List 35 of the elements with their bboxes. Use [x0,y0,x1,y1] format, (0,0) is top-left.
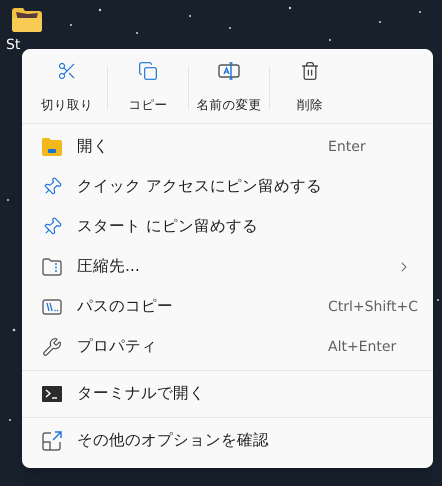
path-icon [42,299,62,315]
menu-item-label: プロパティ [77,336,158,358]
rename-button[interactable]: 名前の変更 [189,61,269,115]
delete-button[interactable]: 削除 [270,61,350,115]
menu-item-label: スタート にピン留めする [77,216,259,238]
menu-item[interactable]: 圧縮先... [27,247,428,287]
menu-item[interactable]: その他のオプションを確認 [27,421,428,461]
folder-icon [42,138,62,156]
open-external-icon [42,431,62,451]
shortcut-text: Enter [328,138,367,156]
scissors-icon [57,61,77,81]
shortcut-text: Alt+Enter [328,338,398,356]
trash-icon [300,61,320,81]
copy-icon [138,61,158,81]
menu-item-label: ターミナルで開く [77,383,206,404]
cut-button[interactable]: 切り取り [27,61,107,115]
menu-item[interactable]: ターミナルで開く [27,374,428,414]
terminal-icon [42,386,62,402]
folder-icon[interactable] [12,8,42,32]
menu-item-label: 開く [77,136,110,158]
copy-button[interactable]: コピー [108,61,188,115]
menu-item[interactable]: スタート にピン留めする [27,207,428,247]
menu-item[interactable]: 開く Enter [27,127,428,167]
shortcut-text: Ctrl+Shift+C [328,298,419,316]
zip-folder-icon [42,258,62,276]
menu-item-label: クイック アクセスにピン留めする [77,176,323,198]
menu-item-label: パスのコピー [77,296,174,318]
desktop-icon-label: St [6,38,20,52]
menu-item[interactable]: パスのコピー Ctrl+Shift+C [27,287,428,327]
menu-item[interactable]: クイック アクセスにピン留めする [27,167,428,207]
menu-item[interactable]: プロパティ Alt+Enter [27,327,428,367]
menu-item-label: その他のオプションを確認 [77,430,270,452]
rename-icon [218,61,240,81]
menu-item-label: 圧縮先... [77,256,141,278]
wrench-icon [42,337,62,357]
